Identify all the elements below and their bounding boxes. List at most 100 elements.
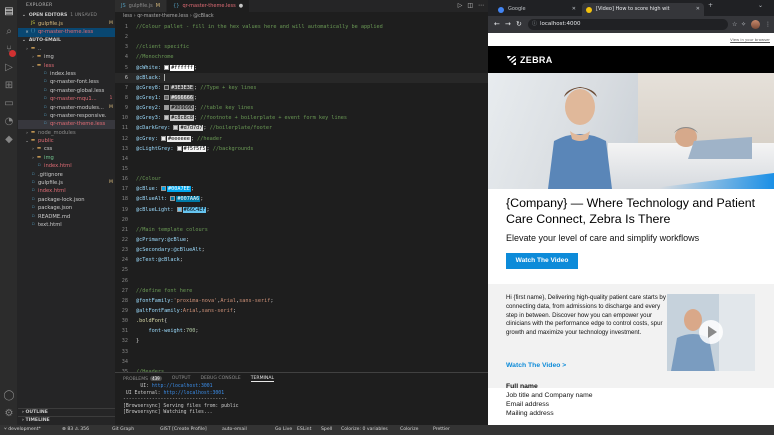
profile-avatar[interactable]: [751, 20, 760, 29]
zebra-logo[interactable]: ZEBRA: [506, 54, 553, 66]
tree-folder[interactable]: › ▬..: [18, 45, 115, 53]
search-icon[interactable]: ⌕: [3, 26, 15, 38]
timeline-section[interactable]: › TIMELINE: [18, 416, 115, 424]
code-line[interactable]: 3 //client specific: [115, 42, 488, 52]
tree-file[interactable]: ▫ package-lock.json: [18, 196, 115, 204]
chrome-menu-icon[interactable]: ⋮: [765, 16, 771, 33]
code-line[interactable]: 8 @cGrey1: #666666;: [115, 93, 488, 103]
extensions-icon[interactable]: ⊞: [3, 80, 15, 92]
reload-icon[interactable]: ↻: [516, 16, 522, 33]
tree-file[interactable]: ▫ qr-master-mqu1... 1: [18, 95, 115, 103]
remote-explorer-icon[interactable]: ▭: [3, 98, 15, 110]
tree-file[interactable]: ▫ qr-master-theme.less: [18, 120, 115, 129]
terminal-link[interactable]: http://localhost:3001: [152, 384, 213, 389]
extensions-puzzle-icon[interactable]: ✧: [741, 16, 746, 33]
color-swatch[interactable]: [164, 94, 170, 100]
color-swatch[interactable]: [164, 64, 170, 70]
color-swatch[interactable]: [176, 206, 182, 212]
view-in-browser-link[interactable]: View in your browser: [730, 37, 770, 42]
problems-indicator[interactable]: ⊗ 83 ⚠ 356: [62, 425, 89, 435]
git-graph-status[interactable]: Git Graph: [112, 425, 134, 435]
docker-icon[interactable]: ◆: [3, 134, 15, 146]
new-tab-icon[interactable]: +: [708, 2, 713, 9]
account-icon[interactable]: ◯: [3, 390, 15, 402]
tree-file[interactable]: ▫ text.html: [18, 221, 115, 229]
code-editor[interactable]: 1 //Colour pallet - fill in the hex value…: [115, 22, 488, 372]
tree-file[interactable]: ▫ .gitignore: [18, 171, 115, 179]
code-line[interactable]: 1 //Colour pallet - fill in the hex value…: [115, 22, 488, 32]
unsaved-dot-icon[interactable]: ●: [239, 0, 243, 12]
code-line[interactable]: 22 @cPrimary:@cBlue;: [115, 235, 488, 245]
code-line[interactable]: 11 @cDarkGrey: #d7d7d7; //boilerplate/foo…: [115, 123, 488, 133]
code-line[interactable]: 30 .boldFont{: [115, 316, 488, 326]
code-line[interactable]: 23 @cSecondary:@cBlueAlt;: [115, 245, 488, 255]
code-line[interactable]: 33: [115, 347, 488, 357]
tree-file[interactable]: ▫qr-master-responsive.less: [18, 112, 115, 120]
code-line[interactable]: 19 @cBlueLight: #66C4EF;: [115, 205, 488, 215]
code-line[interactable]: 4 //Monochrome: [115, 52, 488, 62]
tree-file[interactable]: ▫ index.html: [18, 162, 115, 170]
color-swatch[interactable]: [164, 105, 170, 111]
tree-folder[interactable]: › ▬ img: [18, 154, 115, 162]
color-swatch[interactable]: [164, 115, 170, 121]
git-graph-icon[interactable]: ◔: [3, 116, 15, 128]
run-debug-icon[interactable]: ▷: [3, 62, 15, 74]
breadcrumb[interactable]: less › qr-master-theme.less › @cBlack: [115, 12, 488, 22]
code-line[interactable]: 27 //define font here: [115, 286, 488, 296]
code-line[interactable]: 10 @cGrey3: #c8c8c8; //footnote + boilerp…: [115, 113, 488, 123]
code-line[interactable]: 25: [115, 265, 488, 275]
tree-folder[interactable]: ⌄ ▬ public: [18, 137, 115, 145]
tree-folder[interactable]: › ▬ css: [18, 145, 115, 153]
color-swatch[interactable]: [176, 145, 182, 151]
color-swatch[interactable]: [164, 84, 170, 90]
code-line[interactable]: 14: [115, 154, 488, 164]
code-line[interactable]: 5 @cWhite: #ffffff;: [115, 63, 488, 73]
project-header[interactable]: ⌄ AUTO-EMAIL: [18, 37, 115, 45]
color-swatch[interactable]: [161, 186, 166, 192]
forward-icon[interactable]: →: [505, 16, 511, 33]
tree-file[interactable]: ▫ package.json: [18, 204, 115, 212]
code-line[interactable]: 16 //Colour: [115, 174, 488, 184]
spell-status[interactable]: Spell: [321, 425, 332, 435]
tab-qr-master-theme[interactable]: {} qr-master-theme.less ●: [167, 0, 251, 12]
browser-tab-google[interactable]: Google ✕: [494, 3, 580, 16]
play-icon[interactable]: [699, 320, 723, 344]
code-line[interactable]: 28 @fontFamily:'proxima-nova',Arial,sans-…: [115, 296, 488, 306]
open-editor-item[interactable]: ✕{} qr-master-theme.less: [18, 28, 115, 37]
tree-file[interactable]: ▫ qr-master-font.less: [18, 78, 115, 86]
eslint-status[interactable]: ESLint: [297, 425, 311, 435]
color-swatch[interactable]: [173, 125, 179, 131]
code-line[interactable]: 32}: [115, 336, 488, 346]
settings-gear-icon[interactable]: ⚙: [3, 408, 15, 420]
code-line[interactable]: 20: [115, 215, 488, 225]
code-line[interactable]: 26: [115, 276, 488, 286]
code-line[interactable]: 34: [115, 357, 488, 367]
close-tab-icon[interactable]: ✕: [572, 3, 576, 16]
tab-search-icon[interactable]: ⌄: [758, 2, 763, 9]
go-live-button[interactable]: Go Live: [275, 425, 292, 435]
code-line[interactable]: 31 font-weight:700;: [115, 326, 488, 336]
info-icon[interactable]: ⓘ: [532, 19, 537, 30]
color-swatch[interactable]: [170, 196, 176, 202]
code-line[interactable]: 6 @cBlack:: [115, 72, 488, 83]
code-line[interactable]: 12 @cGrey: #eeeeee; //header: [115, 134, 488, 144]
code-line[interactable]: 17 @cBlue: #00A7EE;: [115, 184, 488, 194]
back-icon[interactable]: ←: [494, 16, 500, 33]
tree-file[interactable]: ▫ index.less: [18, 70, 115, 78]
tree-file[interactable]: ▫ README.md: [18, 213, 115, 221]
tree-folder[interactable]: › ▬ node_modules: [18, 129, 115, 137]
more-actions-icon[interactable]: ⋯: [478, 0, 484, 12]
outline-section[interactable]: › OUTLINE: [18, 408, 115, 416]
video-thumbnail[interactable]: [667, 294, 755, 371]
tree-file[interactable]: ▫ qr-master-modules... M: [18, 104, 115, 112]
tree-file[interactable]: ▫ index.html: [18, 187, 115, 195]
tree-file[interactable]: ▫ gulpfile.js M: [18, 179, 115, 187]
branch-indicator[interactable]: ⑂ development*: [4, 425, 41, 435]
prettier-status[interactable]: Prettier: [433, 425, 450, 435]
watch-video-link[interactable]: Watch The Video >: [506, 362, 566, 369]
code-line[interactable]: 7 @cGrey8: #3E3E3E; //Type + key lines: [115, 83, 488, 93]
tab-terminal[interactable]: TERMINAL: [250, 376, 275, 382]
gist-status[interactable]: GIST [Create Profile]: [160, 425, 207, 435]
project-status[interactable]: auto-email: [222, 425, 247, 435]
split-editor-icon[interactable]: ◫: [467, 0, 473, 12]
